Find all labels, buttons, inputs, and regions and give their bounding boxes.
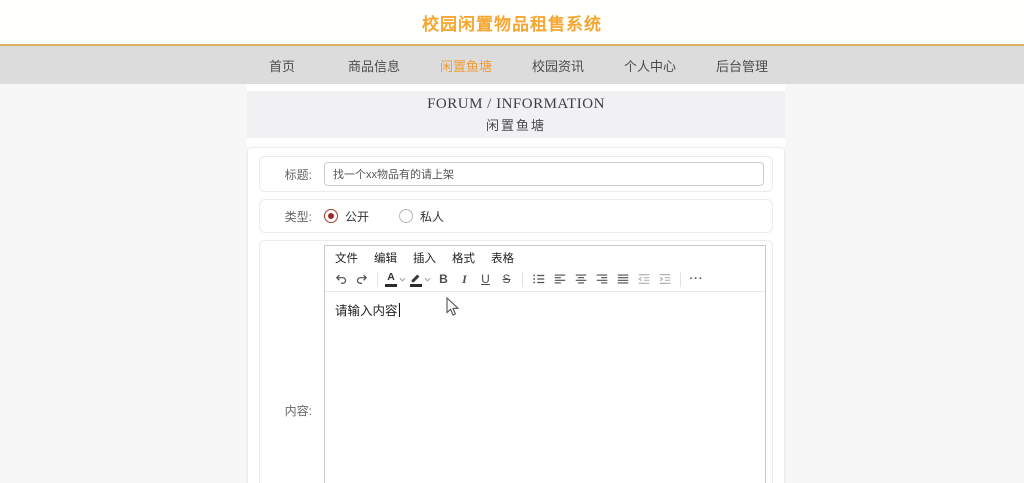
underline-icon[interactable]: U: [475, 269, 496, 290]
nav-item-profile[interactable]: 个人中心: [604, 56, 696, 75]
strikethrough-icon[interactable]: S: [496, 269, 517, 290]
main-nav: 首页 商品信息 闲置鱼塘 校园资讯 个人中心 后台管理: [0, 46, 1024, 84]
radio-public[interactable]: 公开: [324, 208, 369, 225]
menu-format[interactable]: 格式: [452, 250, 475, 266]
nav-item-forum[interactable]: 闲置鱼塘: [420, 56, 512, 75]
radio-private-label: 私人: [420, 208, 444, 225]
title-label: 标题:: [260, 166, 324, 183]
menu-edit[interactable]: 编辑: [374, 250, 397, 266]
type-radio-group: 公开 私人: [324, 208, 444, 225]
rich-text-editor[interactable]: 文件 编辑 插入 格式 表格 A: [324, 245, 766, 483]
undo-icon[interactable]: [330, 269, 351, 290]
post-form-card: 标题: 类型: 公开 私人 内容: 文件: [247, 147, 785, 483]
align-left-icon[interactable]: [549, 269, 570, 290]
type-label: 类型:: [260, 208, 324, 225]
radio-private[interactable]: 私人: [399, 208, 444, 225]
radio-private-circle[interactable]: [399, 209, 413, 223]
nav-item-news[interactable]: 校园资讯: [512, 56, 604, 75]
content-row: 内容: 文件 编辑 插入 格式 表格: [259, 240, 773, 483]
more-options-icon[interactable]: ···: [686, 269, 707, 290]
editor-menubar: 文件 编辑 插入 格式 表格: [325, 246, 765, 267]
page-banner: FORUM / INFORMATION 闲置鱼塘: [247, 91, 785, 138]
toolbar-separator: [522, 272, 523, 287]
menu-insert[interactable]: 插入: [413, 250, 436, 266]
banner-title-zh: 闲置鱼塘: [486, 115, 546, 134]
content-label: 内容:: [260, 402, 324, 419]
app-header: 校园闲置物品租售系统: [0, 0, 1024, 44]
radio-public-label: 公开: [345, 208, 369, 225]
align-right-icon[interactable]: [591, 269, 612, 290]
highlight-color-icon[interactable]: [408, 269, 433, 290]
editor-content-area[interactable]: 请输入内容: [325, 292, 765, 483]
italic-icon[interactable]: I: [454, 269, 475, 290]
redo-icon[interactable]: [351, 269, 372, 290]
editor-text: 请输入内容: [335, 304, 398, 318]
toolbar-separator: [377, 272, 378, 287]
bold-icon[interactable]: B: [433, 269, 454, 290]
title-input[interactable]: [324, 162, 764, 186]
bullet-list-icon[interactable]: [528, 269, 549, 290]
outdent-icon[interactable]: [633, 269, 654, 290]
menu-file[interactable]: 文件: [335, 250, 358, 266]
nav-item-home[interactable]: 首页: [236, 56, 328, 75]
content-column: FORUM / INFORMATION 闲置鱼塘 标题: 类型: 公开 私人: [247, 84, 785, 483]
toolbar-separator: [680, 272, 681, 287]
justify-icon[interactable]: [612, 269, 633, 290]
text-caret: [399, 303, 400, 317]
banner-title-en: FORUM / INFORMATION: [427, 96, 605, 113]
text-color-icon[interactable]: A: [383, 269, 408, 290]
nav-item-products[interactable]: 商品信息: [328, 56, 420, 75]
nav-item-admin[interactable]: 后台管理: [696, 56, 788, 75]
title-row: 标题:: [259, 156, 773, 192]
type-row: 类型: 公开 私人: [259, 199, 773, 233]
radio-public-circle[interactable]: [324, 209, 338, 223]
align-center-icon[interactable]: [570, 269, 591, 290]
editor-toolbar: A B I U S: [325, 267, 765, 292]
menu-table[interactable]: 表格: [491, 250, 514, 266]
app-title: 校园闲置物品租售系统: [422, 10, 602, 35]
indent-icon[interactable]: [654, 269, 675, 290]
